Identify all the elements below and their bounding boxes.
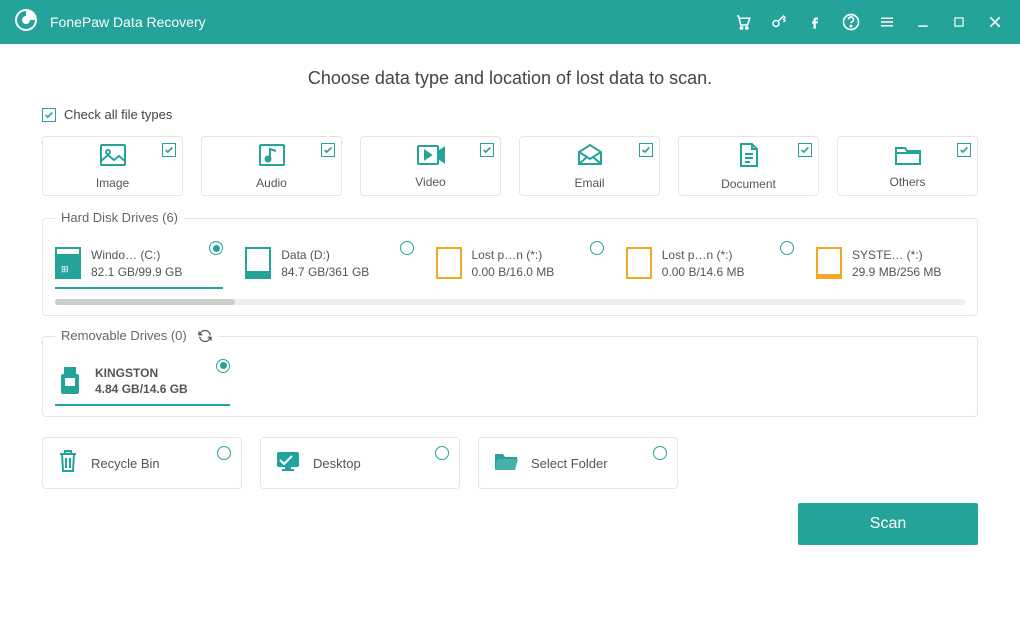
file-type-email[interactable]: Email (519, 136, 660, 196)
drive-icon (245, 247, 271, 279)
check-all-label: Check all file types (64, 107, 172, 122)
file-type-others-checkbox[interactable] (957, 143, 971, 157)
audio-icon (258, 143, 286, 172)
email-icon (576, 143, 604, 172)
footer: Scan (42, 503, 978, 545)
usb-icon (55, 365, 85, 397)
refresh-icon[interactable] (197, 328, 213, 344)
hdd-section: Hard Disk Drives (6) ⊞ Windo… (C:)82.1 G… (42, 218, 978, 316)
hdd-scrollbar[interactable] (55, 299, 965, 305)
recycle-bin-icon (57, 448, 79, 479)
removable-section-title: Removable Drives (0) (55, 328, 219, 344)
hdd-drive[interactable]: Data (D:)84.7 GB/361 GB (245, 241, 413, 289)
file-type-grid: Image Audio Video Email Document Others (42, 136, 978, 196)
location-label: Desktop (313, 456, 361, 471)
help-icon[interactable] (840, 11, 862, 33)
removable-drive[interactable]: KINGSTON4.84 GB/14.6 GB (55, 359, 230, 407)
close-button[interactable] (984, 11, 1006, 33)
removable-section: Removable Drives (0) KINGSTON4.84 GB/14.… (42, 336, 978, 418)
folder-open-icon (493, 450, 519, 477)
menu-icon[interactable] (876, 11, 898, 33)
location-radio[interactable] (217, 446, 231, 460)
file-type-audio[interactable]: Audio (201, 136, 342, 196)
maximize-button[interactable] (948, 11, 970, 33)
drive-info: Lost p…n (*:)0.00 B/16.0 MB (472, 247, 555, 281)
titlebar: FonePaw Data Recovery (0, 0, 1020, 44)
removable-list: KINGSTON4.84 GB/14.6 GB (55, 351, 965, 407)
hdd-list: ⊞ Windo… (C:)82.1 GB/99.9 GB Data (D:)84… (55, 233, 965, 289)
hdd-drive[interactable]: SYSTE… (*:)29.9 MB/256 MB (816, 241, 965, 289)
file-type-document-checkbox[interactable] (798, 143, 812, 157)
video-icon (416, 144, 446, 171)
hdd-drive[interactable]: Lost p…n (*:)0.00 B/14.6 MB (626, 241, 794, 289)
drive-info: Lost p…n (*:)0.00 B/14.6 MB (662, 247, 745, 281)
file-type-label: Email (574, 176, 604, 190)
file-type-label: Video (415, 175, 445, 189)
titlebar-left: FonePaw Data Recovery (14, 8, 206, 37)
scan-button[interactable]: Scan (798, 503, 978, 545)
file-type-audio-checkbox[interactable] (321, 143, 335, 157)
main-content: Choose data type and location of lost da… (0, 44, 1020, 545)
location-recycle-bin[interactable]: Recycle Bin (42, 437, 242, 489)
facebook-icon[interactable] (804, 11, 826, 33)
file-type-image-checkbox[interactable] (162, 143, 176, 157)
location-radio[interactable] (435, 446, 449, 460)
drive-radio[interactable] (209, 241, 223, 255)
location-radio[interactable] (653, 446, 667, 460)
file-type-label: Audio (256, 176, 287, 190)
file-type-label: Others (889, 175, 925, 189)
location-label: Select Folder (531, 456, 608, 471)
drive-info: Data (D:)84.7 GB/361 GB (281, 247, 369, 281)
file-type-video[interactable]: Video (360, 136, 501, 196)
drive-radio[interactable] (400, 241, 414, 255)
app-logo-icon (14, 8, 38, 37)
desktop-icon (275, 450, 301, 477)
quick-locations: Recycle Bin Desktop Select Folder (42, 437, 978, 489)
location-select-folder[interactable]: Select Folder (478, 437, 678, 489)
file-type-label: Image (96, 176, 129, 190)
cart-icon[interactable] (732, 11, 754, 33)
file-type-label: Document (721, 177, 776, 191)
drive-info: SYSTE… (*:)29.9 MB/256 MB (852, 247, 941, 281)
drive-info: KINGSTON4.84 GB/14.6 GB (95, 365, 188, 399)
check-all-row[interactable]: Check all file types (42, 107, 978, 122)
hdd-drive[interactable]: ⊞ Windo… (C:)82.1 GB/99.9 GB (55, 241, 223, 289)
drive-icon (626, 247, 652, 279)
minimize-button[interactable] (912, 11, 934, 33)
windows-logo-icon: ⊞ (61, 264, 69, 275)
check-all-checkbox[interactable] (42, 108, 56, 122)
file-type-image[interactable]: Image (42, 136, 183, 196)
file-type-others[interactable]: Others (837, 136, 978, 196)
drive-icon (816, 247, 842, 279)
key-icon[interactable] (768, 11, 790, 33)
titlebar-controls (732, 11, 1006, 33)
hdd-section-title: Hard Disk Drives (6) (55, 210, 184, 225)
file-type-video-checkbox[interactable] (480, 143, 494, 157)
location-label: Recycle Bin (91, 456, 160, 471)
drive-radio[interactable] (590, 241, 604, 255)
page-heading: Choose data type and location of lost da… (42, 68, 978, 89)
drive-radio[interactable] (216, 359, 230, 373)
document-icon (738, 142, 760, 173)
hdd-drive[interactable]: Lost p…n (*:)0.00 B/16.0 MB (436, 241, 604, 289)
drive-info: Windo… (C:)82.1 GB/99.9 GB (91, 247, 182, 281)
file-type-email-checkbox[interactable] (639, 143, 653, 157)
scrollbar-thumb[interactable] (55, 299, 235, 305)
folder-icon (894, 144, 922, 171)
image-icon (99, 143, 127, 172)
drive-icon (436, 247, 462, 279)
app-title: FonePaw Data Recovery (50, 14, 206, 30)
location-desktop[interactable]: Desktop (260, 437, 460, 489)
drive-icon: ⊞ (55, 247, 81, 279)
file-type-document[interactable]: Document (678, 136, 819, 196)
drive-radio[interactable] (780, 241, 794, 255)
